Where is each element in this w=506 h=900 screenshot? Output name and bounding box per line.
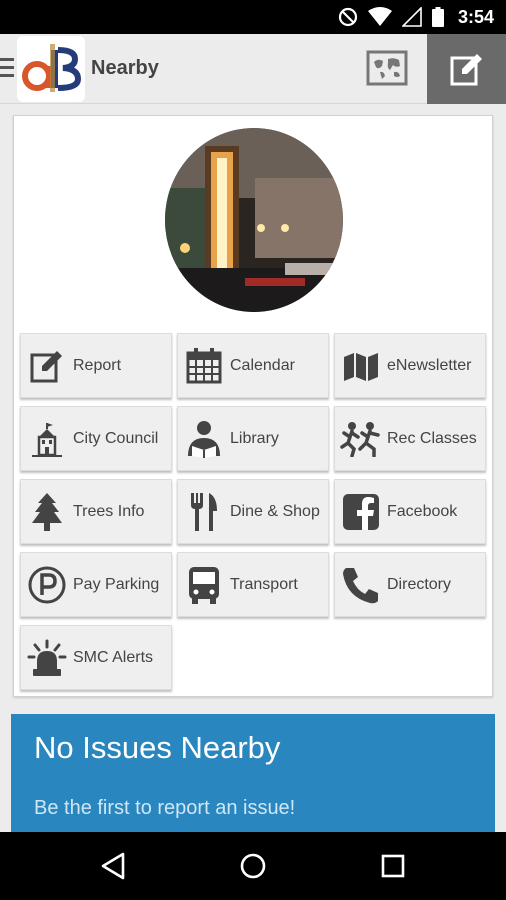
fork-knife-icon	[178, 479, 230, 544]
tile-label: Calendar	[230, 356, 295, 374]
tile-label: Rec Classes	[387, 429, 477, 447]
tile-directory[interactable]: Directory	[334, 552, 486, 617]
page-title: Nearby	[91, 57, 159, 79]
do-not-disturb-icon	[338, 7, 358, 27]
battery-icon	[431, 7, 444, 27]
map-icon	[366, 50, 408, 86]
phone-icon	[335, 552, 387, 617]
status-bar: 3:54	[0, 0, 506, 34]
tile-dine-shop[interactable]: Dine & Shop	[177, 479, 329, 544]
calendar-icon	[178, 333, 230, 398]
recents-button[interactable]	[377, 850, 409, 882]
tile-enewsletter[interactable]: eNewsletter	[334, 333, 486, 398]
tile-library[interactable]: Library	[177, 406, 329, 471]
tile-label: SMC Alerts	[73, 648, 154, 666]
home-button[interactable]	[237, 850, 269, 882]
status-icons: 3:54	[338, 6, 494, 28]
alert-siren-icon	[21, 625, 73, 690]
tile-city-council[interactable]: City Council	[20, 406, 172, 471]
cell-signal-icon	[401, 7, 422, 27]
map-button[interactable]	[366, 50, 408, 86]
tile-rec-classes[interactable]: Rec Classes	[334, 406, 486, 471]
banner-title: No Issues Nearby	[34, 730, 281, 765]
compose-report-button[interactable]	[427, 34, 506, 104]
tile-pay-parking[interactable]: Pay Parking	[20, 552, 172, 617]
tile-transport[interactable]: Transport	[177, 552, 329, 617]
status-time: 3:54	[457, 6, 494, 27]
bus-icon	[178, 552, 230, 617]
burlingame-logo-icon	[22, 44, 82, 92]
tile-facebook[interactable]: Facebook	[334, 479, 486, 544]
tile-smc-alerts[interactable]: SMC Alerts	[20, 625, 172, 690]
rec-classes-icon	[335, 406, 387, 471]
tile-label: eNewsletter	[387, 356, 472, 374]
tile-calendar[interactable]: Calendar	[177, 333, 329, 398]
banner-subtitle: Be the first to report an issue!	[34, 797, 296, 819]
library-icon	[178, 406, 230, 471]
burlingame-street-photo	[165, 128, 343, 312]
nearby-card: Report Calendar eNewsletter City Council…	[13, 115, 493, 697]
tile-label: Library	[230, 429, 279, 447]
tile-label: Facebook	[387, 502, 458, 520]
tile-label: Directory	[387, 575, 452, 593]
tile-label: Trees Info	[73, 502, 145, 520]
wifi-icon	[367, 7, 392, 26]
back-triangle-icon	[101, 852, 125, 880]
city-photo	[165, 128, 343, 312]
recents-square-icon	[381, 854, 405, 878]
tile-label: Transport	[230, 575, 298, 593]
tile-label: City Council	[73, 429, 159, 447]
app-logo[interactable]	[17, 36, 85, 102]
newsletter-icon	[335, 333, 387, 398]
home-circle-icon	[240, 853, 266, 879]
report-icon	[21, 333, 73, 398]
tile-trees-info[interactable]: Trees Info	[20, 479, 172, 544]
compose-icon	[450, 54, 482, 86]
tile-report[interactable]: Report	[20, 333, 172, 398]
app-bar: Nearby	[0, 34, 506, 104]
tree-icon	[21, 479, 73, 544]
tile-label: Dine & Shop	[230, 502, 320, 520]
menu-icon[interactable]	[0, 58, 14, 80]
tile-label: Pay Parking	[73, 575, 160, 593]
facebook-icon	[335, 479, 387, 544]
tile-label: Report	[73, 356, 122, 374]
system-nav-bar	[0, 832, 506, 900]
back-button[interactable]	[98, 850, 130, 882]
nearby-issues-banner: No Issues Nearby Be the first to report …	[11, 714, 495, 832]
parking-icon	[21, 552, 73, 617]
city-hall-icon	[21, 406, 73, 471]
